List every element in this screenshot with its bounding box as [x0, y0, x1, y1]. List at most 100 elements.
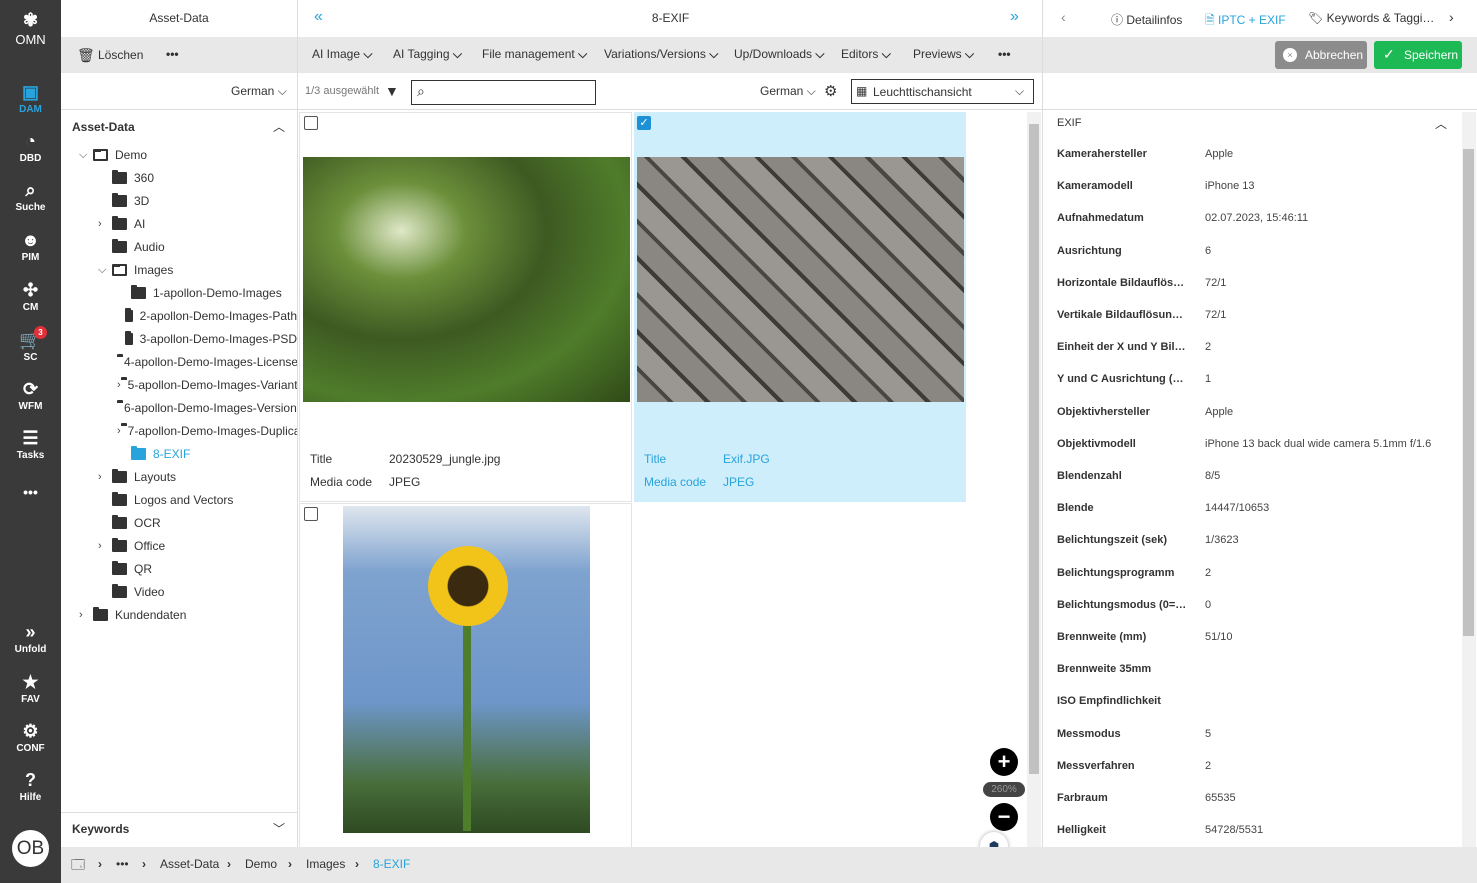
- collapse-chevron-up-icon[interactable]: ︿: [1435, 115, 1447, 132]
- breadcrumb-item[interactable]: Demo: [245, 857, 277, 871]
- breadcrumb-item[interactable]: Images: [306, 857, 345, 871]
- nav-more-button[interactable]: •••: [0, 484, 61, 500]
- chevron-down-icon[interactable]: ﹀: [273, 820, 285, 837]
- asset-card-selected[interactable]: ✓ Title Exif.JPG Media code JPEG: [634, 112, 966, 502]
- tree-item[interactable]: QR: [98, 559, 297, 579]
- expand-chevron-icon[interactable]: ⌵: [79, 145, 93, 165]
- keywords-section[interactable]: Keywords: [72, 822, 129, 836]
- tree-item[interactable]: OCR: [98, 513, 297, 533]
- exif-label: Brennweite 35mm: [1057, 663, 1152, 676]
- expand-chevron-icon[interactable]: ⌵: [98, 260, 112, 280]
- asset-card[interactable]: [299, 503, 632, 847]
- asset-card[interactable]: Title 20230529_jungle.jpg Media code JPE…: [299, 112, 632, 502]
- nav-item-pim[interactable]: ☻ PIM: [0, 230, 61, 263]
- toolbar-menu-0[interactable]: AI Image ⌵: [312, 47, 372, 62]
- cancel-button[interactable]: × Abbrechen: [1275, 41, 1367, 69]
- scrollbar[interactable]: [1027, 112, 1041, 847]
- nav-item-unfold[interactable]: » Unfold: [0, 622, 61, 655]
- gallery-icon[interactable]: 🗔: [71, 856, 85, 878]
- tab-prev-icon[interactable]: ‹: [1061, 9, 1066, 25]
- nav-item-wfm[interactable]: ⟳ WFM: [0, 379, 61, 412]
- detail-tab-1[interactable]: 🗎 IPTC + EXIF: [1205, 11, 1286, 32]
- filter-icon[interactable]: ▼: [385, 83, 399, 99]
- language-select[interactable]: German ⌵: [231, 84, 287, 99]
- toolbar-menu-4[interactable]: Up/Downloads ⌵: [734, 47, 825, 62]
- exif-value: 51/10: [1205, 631, 1233, 643]
- view-select[interactable]: ▦ Leuchttischansicht ⌵: [851, 79, 1034, 104]
- tree-item[interactable]: 8-EXIF: [117, 444, 297, 464]
- nav-item-fav[interactable]: ★ FAV: [0, 672, 61, 705]
- chevron-down-icon: ⌵: [578, 47, 588, 61]
- omn-logo[interactable]: ✾ OMN: [0, 10, 61, 47]
- search-input[interactable]: ⌕: [411, 80, 596, 105]
- select-checkbox[interactable]: [304, 116, 318, 130]
- zoom-out-button[interactable]: −: [990, 803, 1018, 831]
- folder-panel: Asset-Data 🗑 Löschen ••• German ⌵ Asset-…: [61, 0, 298, 847]
- exif-label: Farbraum: [1057, 792, 1108, 804]
- more-button[interactable]: •••: [166, 47, 179, 61]
- tree-item[interactable]: ›7-apollon-Demo-Images-Duplicates: [117, 421, 297, 441]
- asset-thumbnail-sunflower[interactable]: [343, 506, 590, 833]
- nav-item-tasks[interactable]: ☰ Tasks: [0, 428, 61, 461]
- tree-item[interactable]: › AI: [98, 214, 297, 234]
- tree-item[interactable]: › Kundendaten: [79, 605, 297, 625]
- expand-chevron-icon[interactable]: ›: [98, 536, 112, 556]
- nav-item-conf[interactable]: ⚙ CONF: [0, 721, 61, 754]
- asset-thumbnail-paving[interactable]: [637, 157, 964, 402]
- toolbar-menu-2[interactable]: File management ⌵: [482, 47, 587, 62]
- nav-item-suche[interactable]: ⌕ Suche: [0, 180, 61, 213]
- language-select[interactable]: German ⌵: [760, 84, 816, 99]
- toolbar-menu-5[interactable]: Editors ⌵: [841, 47, 891, 62]
- tree-item[interactable]: ⌵ Demo: [79, 145, 297, 165]
- exif-label: Ausrichtung: [1057, 244, 1122, 257]
- tree-item[interactable]: Video: [98, 582, 297, 602]
- expand-chevron-icon[interactable]: ›: [79, 605, 93, 625]
- nav-item-dam[interactable]: ▣ DAM: [0, 82, 61, 115]
- nav-item-sc[interactable]: 🛒 SC 3: [0, 326, 61, 363]
- tree-item[interactable]: › 5-apollon-Demo-Images-Variants: [117, 375, 297, 395]
- exif-value: Apple: [1205, 405, 1234, 418]
- tab-next-icon[interactable]: ›: [1449, 9, 1454, 25]
- delete-button[interactable]: Löschen: [98, 48, 143, 62]
- detail-tab-2[interactable]: 🏷 Keywords & Taggi…: [1308, 11, 1434, 25]
- tree-item[interactable]: 1-apollon-Demo-Images: [117, 283, 297, 303]
- select-checkbox[interactable]: [304, 507, 318, 521]
- avatar[interactable]: OB: [12, 830, 49, 867]
- expand-chevron-icon[interactable]: ›: [98, 214, 112, 234]
- tree-item[interactable]: › Office: [98, 536, 297, 556]
- expand-chevron-icon[interactable]: ›: [98, 467, 112, 487]
- save-button[interactable]: ✓ Speichern: [1374, 41, 1462, 69]
- toolbar-menu-6[interactable]: Previews ⌵: [913, 47, 974, 62]
- select-checkbox-checked[interactable]: ✓: [637, 116, 651, 130]
- tree-item[interactable]: 3-apollon-Demo-Images-PSD: [117, 329, 297, 349]
- tree-item[interactable]: 360: [98, 168, 297, 188]
- tree-item[interactable]: Logos and Vectors: [98, 490, 297, 510]
- asset-thumbnail-jungle[interactable]: [303, 157, 630, 402]
- exif-value: 72/1: [1205, 276, 1227, 289]
- toolbar-menu-3[interactable]: Variations/Versions ⌵: [604, 47, 718, 62]
- collapse-chevron-up-icon[interactable]: ︿: [273, 118, 285, 135]
- detail-tab-0[interactable]: ⓘ Detailinfos: [1111, 11, 1182, 28]
- gear-icon[interactable]: ⚙: [824, 82, 837, 100]
- breadcrumb-item[interactable]: 8-EXIF: [373, 857, 410, 871]
- tree-item[interactable]: › Layouts: [98, 467, 297, 487]
- tree-item[interactable]: 2-apollon-Demo-Images-Path: [117, 306, 297, 326]
- tree-item[interactable]: ⌵ Images: [98, 260, 297, 280]
- zoom-in-button[interactable]: +: [990, 748, 1018, 776]
- breadcrumb-item[interactable]: Asset-Data: [160, 857, 219, 871]
- scrollbar[interactable]: [1462, 112, 1476, 847]
- toolbar-more-button[interactable]: •••: [998, 47, 1011, 61]
- nav-item-hilfe[interactable]: ? Hilfe: [0, 770, 61, 803]
- breadcrumb-item[interactable]: •••: [116, 857, 129, 871]
- exif-value: 14447/10653: [1205, 502, 1270, 515]
- tree-item[interactable]: 6-apollon-Demo-Images-Versions: [117, 398, 297, 418]
- chevron-down-icon: ⌵: [1015, 84, 1025, 98]
- tree-item[interactable]: 3D: [98, 191, 297, 211]
- tree-item[interactable]: 4-apollon-Demo-Images-License: [117, 352, 297, 372]
- toolbar-menu-1[interactable]: AI Tagging ⌵: [393, 47, 462, 62]
- expand-right-icon[interactable]: »: [1010, 8, 1019, 26]
- nav-item-cm[interactable]: ✣ CM: [0, 280, 61, 313]
- nav-item-dbd[interactable]: ◔ DBD: [0, 131, 61, 164]
- tree-item[interactable]: Audio: [98, 237, 297, 257]
- chevron-down-icon: ⌵: [881, 47, 891, 61]
